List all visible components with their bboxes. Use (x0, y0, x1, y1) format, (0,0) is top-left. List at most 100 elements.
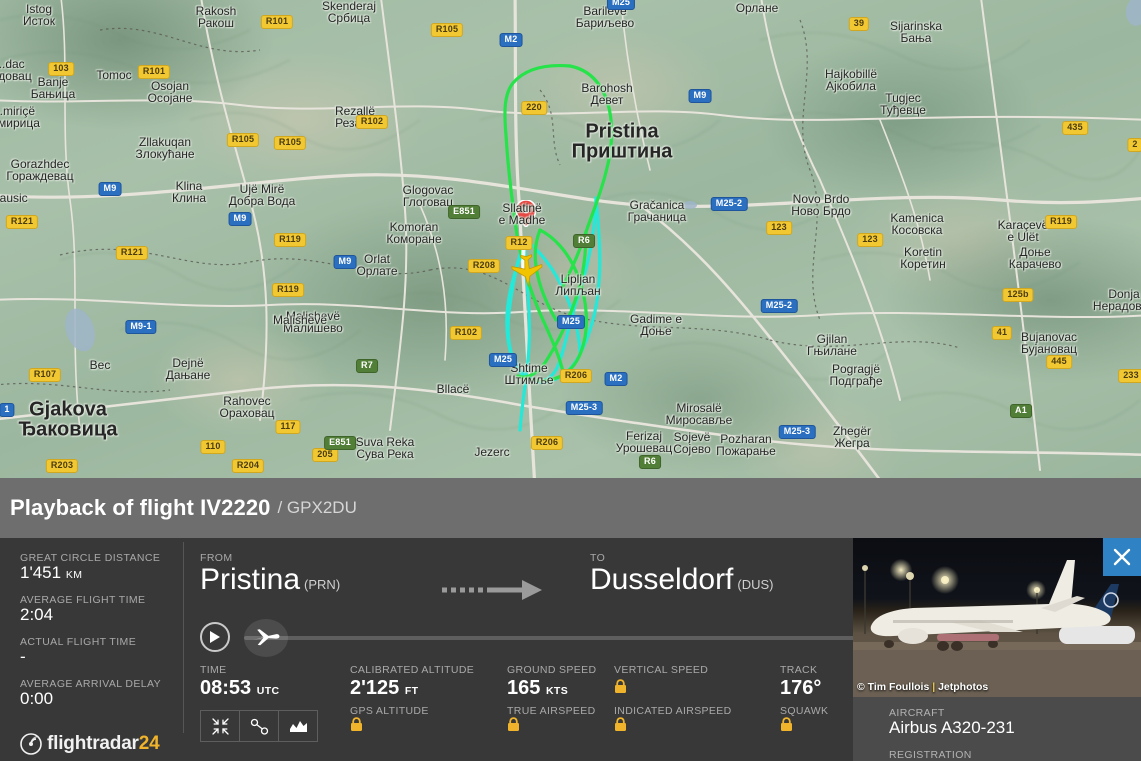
aircraft-photo-illustration (853, 560, 1141, 697)
metric-vertical-speed: VERTICAL SPEED INDICATED AIRSPEED (614, 664, 780, 742)
road-shield: M25-3 (778, 425, 816, 439)
road-shield: R102 (355, 115, 389, 129)
altitude-unit: FT (404, 685, 419, 697)
road-shield: 125b (1002, 288, 1034, 302)
road-shield: M25 (488, 353, 518, 367)
origin-line: Pristina (PRN) (200, 564, 400, 596)
road-shield: M25-3 (565, 401, 603, 415)
road-shield: 110 (200, 440, 226, 454)
metric-label: CALIBRATED ALTITUDE (350, 664, 475, 676)
road-shield: M2 (499, 33, 523, 47)
time-value: 08:53 (200, 677, 252, 699)
road-shield: R102 (449, 326, 483, 340)
road-shield: R12 (505, 236, 533, 250)
road-shield: R107 (28, 368, 62, 382)
road-shield: 103 (48, 62, 74, 76)
metric-value: 2'125 FT (350, 676, 507, 701)
road-shield: 220 (521, 101, 547, 115)
play-button[interactable] (200, 622, 230, 652)
metric-calibrated-altitude: CALIBRATED ALTITUDE 2'125 FT GPS ALTITUD… (350, 664, 507, 742)
road-shield: R7 (356, 359, 378, 373)
location-pin-icon[interactable] (515, 199, 537, 232)
brand-word: flightradar (47, 733, 139, 754)
metric-indicated-airspeed: INDICATED AIRSPEED (614, 705, 780, 737)
road-shield: R6 (639, 455, 661, 469)
metric-ground-speed: GROUND SPEED 165 KTS TRUE AIRSPEED (507, 664, 614, 742)
road-shield: R206 (559, 369, 593, 383)
origin-code: (PRN) (304, 577, 341, 592)
speed-unit: KTS (545, 685, 569, 697)
aircraft-type-value: Airbus A320-231 (889, 718, 1015, 737)
road-shield: M25-2 (760, 299, 798, 313)
destination-block[interactable]: TO Dusseldorf (DUS) (590, 552, 830, 596)
road-shield: 2 (1127, 138, 1141, 152)
seek-handle[interactable] (244, 619, 288, 657)
aircraft-info-panel: © Tim Foullois | Jetphotos AIRCRAFT Airb… (853, 538, 1141, 761)
destination-city: Dusseldorf (590, 563, 734, 596)
route-arrow (400, 552, 590, 614)
road-shield: M9 (98, 182, 122, 196)
road-shield: R105 (430, 23, 464, 37)
metric-value (614, 676, 780, 701)
flightradar24-playback-screen: Istog Исток Rakosh Ракош Tomoc Osojan Осојане B… (0, 0, 1141, 761)
road-shield: 123 (857, 233, 883, 247)
stat-average-arrival-delay: AVERAGE ARRIVAL DELAY 0:00 (20, 678, 200, 709)
route-button[interactable] (239, 710, 279, 742)
road-shield: M9 (228, 212, 252, 226)
metric-label: VERTICAL SPEED (614, 664, 709, 676)
metric-gps-altitude: GPS ALTITUDE (350, 705, 507, 737)
road-shield: R204 (231, 459, 265, 473)
road-shield: M2 (604, 372, 628, 386)
road-shield: M25 (606, 0, 636, 10)
road-shield: R101 (137, 65, 171, 79)
road-shield: 123 (766, 221, 792, 235)
stat-value: 0:00 (20, 689, 54, 708)
play-icon (210, 631, 220, 643)
fit-to-screen-button[interactable] (200, 710, 240, 742)
stat-value: 1'451 KM (20, 563, 200, 583)
metric-label: INDICATED AIRSPEED (614, 705, 732, 717)
road-shield: R119 (1045, 215, 1077, 229)
metric-label: TIME (200, 664, 227, 676)
aircraft-photo: © Tim Foullois | Jetphotos (853, 538, 1141, 697)
lock-icon[interactable] (507, 717, 520, 737)
lock-icon[interactable] (780, 717, 793, 737)
flightradar24-logo[interactable]: flightradar24 (20, 733, 160, 755)
photo-credit-author: © Tim Foullois (857, 681, 930, 693)
road-shield: M9-1 (125, 320, 157, 334)
distance-unit: KM (65, 569, 83, 581)
metric-true-airspeed: TRUE AIRSPEED (507, 705, 614, 737)
lock-icon[interactable] (614, 717, 627, 737)
route-icon (250, 718, 268, 735)
lock-icon[interactable] (614, 676, 627, 701)
speed-value: 165 (507, 677, 541, 699)
altitude-chart-button[interactable] (278, 710, 318, 742)
road-shield: R119 (274, 233, 306, 247)
photo-credit: © Tim Foullois | Jetphotos (857, 681, 988, 693)
map-canvas[interactable]: Istog Исток Rakosh Ракош Tomoc Osojan Осојане B… (0, 0, 1141, 478)
road-shield: M25 (556, 315, 586, 329)
road-shield: R121 (115, 246, 149, 260)
road-shield: 445 (1046, 355, 1072, 369)
metric-label: GPS ALTITUDE (350, 705, 429, 717)
altitude-value: 2'125 (350, 677, 400, 699)
aircraft-map-marker[interactable] (508, 246, 547, 289)
map-tool-buttons (200, 710, 350, 742)
origin-block[interactable]: FROM Pristina (PRN) (200, 552, 400, 596)
road-shield: 233 (1118, 369, 1141, 383)
flight-playback-panel: Playback of flight IV2220 / GPX2DU GREAT… (0, 478, 1141, 761)
photo-credit-source[interactable]: Jetphotos (938, 681, 988, 693)
radar-icon (20, 733, 42, 755)
metric-value: 08:53 UTC (200, 676, 350, 701)
close-button[interactable] (1103, 538, 1141, 576)
destination-code: (DUS) (737, 577, 774, 592)
road-shield: E851 (324, 436, 356, 450)
road-shield: E851 (448, 205, 480, 219)
origin-city: Pristina (200, 563, 301, 596)
road-shield: 435 (1062, 121, 1088, 135)
road-shield: R208 (467, 259, 501, 273)
road-shield: R119 (272, 283, 304, 297)
lock-icon[interactable] (350, 717, 363, 737)
road-shield: M9 (688, 89, 712, 103)
panel-body: GREAT CIRCLE DISTANCE 1'451 KM AVERAGE F… (0, 538, 1141, 761)
